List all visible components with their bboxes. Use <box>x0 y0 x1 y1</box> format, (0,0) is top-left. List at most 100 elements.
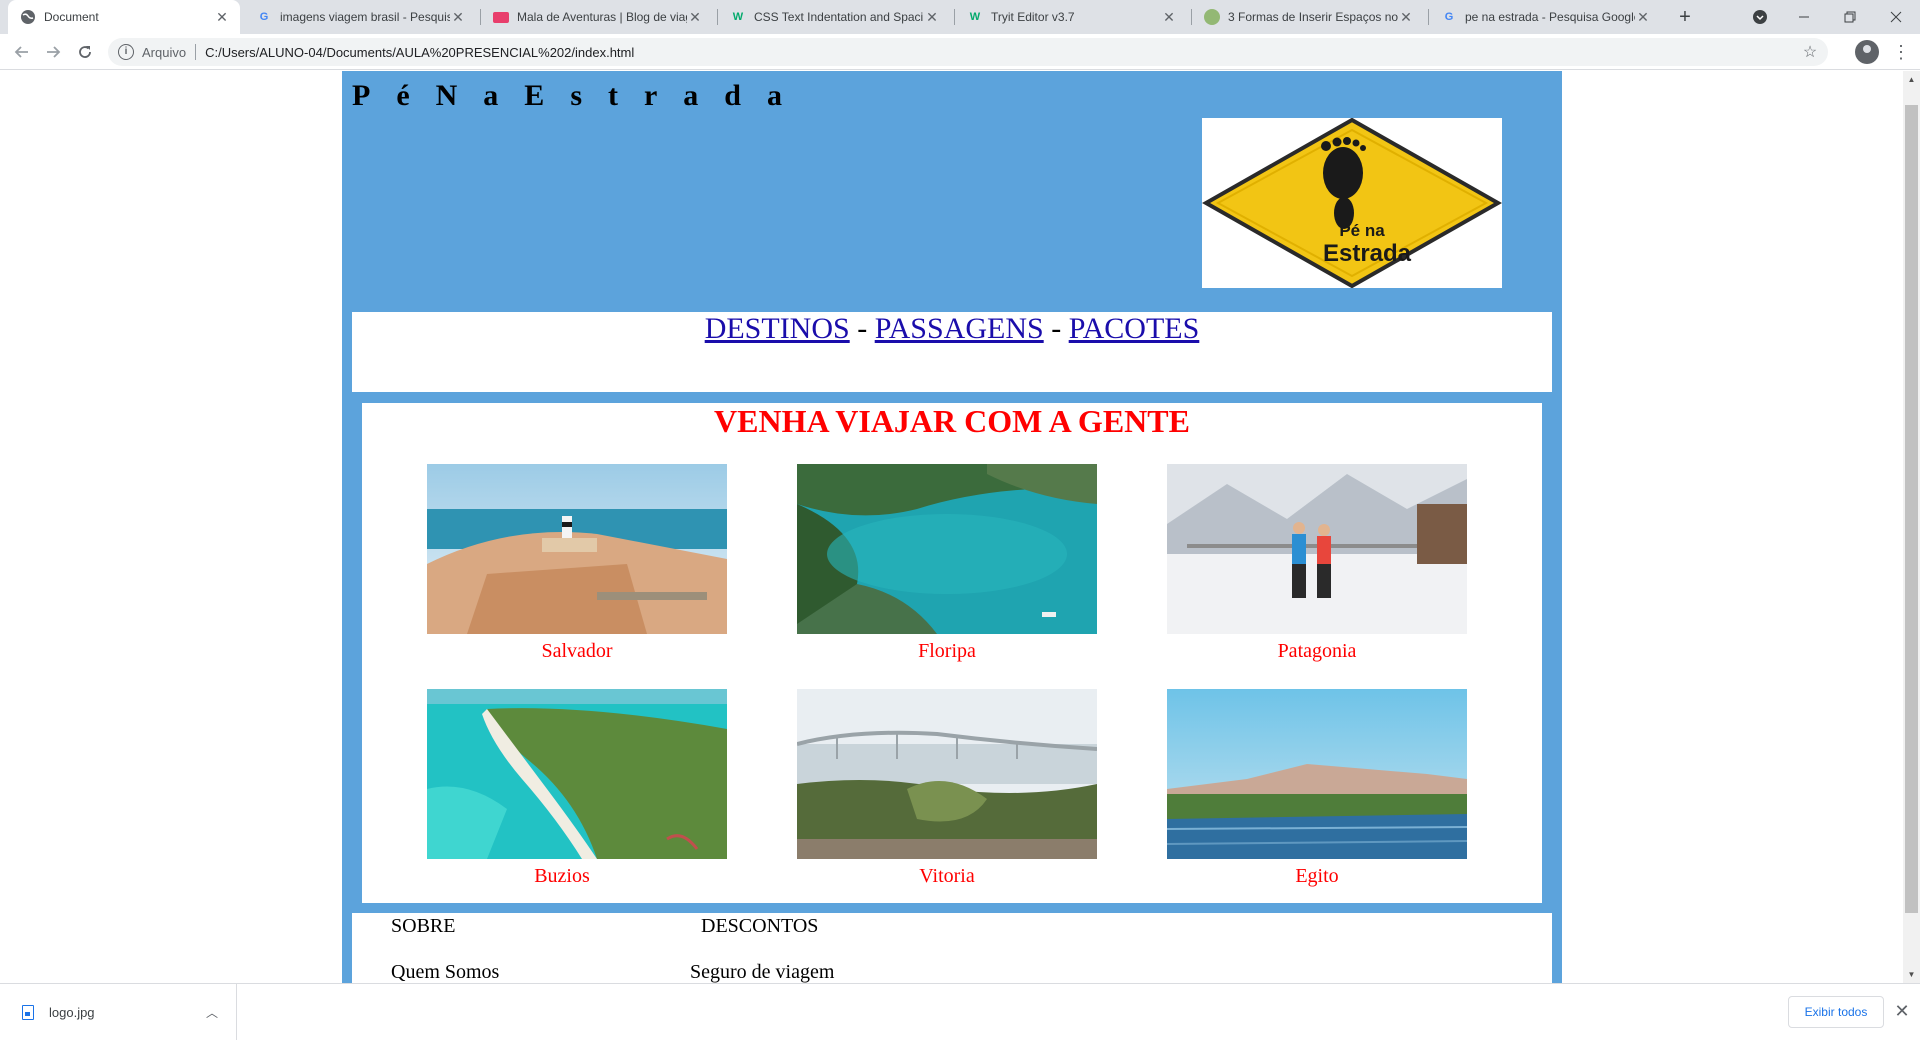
back-button[interactable] <box>11 41 33 63</box>
reload-icon <box>79 46 91 58</box>
destination-card-egito[interactable]: Egito <box>1167 689 1467 887</box>
more-menu-icon[interactable]: ⋮ <box>1892 40 1910 64</box>
show-all-downloads-button[interactable]: Exibir todos <box>1788 996 1884 1028</box>
site-logo: Pé na Estrada <box>1201 117 1503 289</box>
tab-search-button[interactable] <box>1738 0 1782 34</box>
footer-link-quem-somos[interactable]: Quem Somos <box>391 961 499 983</box>
page-scrollbar[interactable]: ▲ ▼ <box>1903 71 1920 983</box>
close-tab-icon[interactable]: ✕ <box>924 9 940 26</box>
destination-photo-salvador[interactable] <box>427 464 727 634</box>
google-icon: G <box>1444 11 1454 23</box>
profile-avatar-icon[interactable] <box>1855 40 1879 64</box>
close-tab-icon[interactable]: ✕ <box>1161 9 1177 26</box>
destination-caption: Salvador <box>541 640 613 662</box>
blog-icon <box>493 11 509 23</box>
tab-title: pe na estrada - Pesquisa Google <box>1465 10 1635 24</box>
page-viewport: PéNaEstrada Pé na Estrada DESTINOS - PAS… <box>0 71 1903 983</box>
site-container: PéNaEstrada Pé na Estrada DESTINOS - PAS… <box>342 71 1562 983</box>
chevron-down-icon <box>1753 10 1767 24</box>
reload-button[interactable] <box>74 41 96 63</box>
forward-button[interactable] <box>42 41 64 63</box>
footer-sobre-title: SOBRE <box>391 915 456 937</box>
tab-pe-na-estrada[interactable]: G pe na estrada - Pesquisa Google ✕ <box>1429 0 1661 34</box>
site-brand: PéNaEstrada <box>352 79 808 112</box>
minimize-icon <box>1799 16 1809 18</box>
destination-photo-buzios[interactable] <box>427 689 727 859</box>
address-bar[interactable]: i Arquivo C:/Users/ALUNO-04/Documents/AU… <box>108 38 1828 66</box>
download-bar: logo.jpg ︿ Exibir todos ✕ <box>0 983 1920 1040</box>
close-window-button[interactable] <box>1874 0 1918 34</box>
w3schools-icon: W <box>732 11 744 23</box>
tab-title: Tryit Editor v3.7 <box>991 10 1075 24</box>
destination-caption: Vitoria <box>919 865 975 887</box>
tab-title: imagens viagem brasil - Pesquisa Google <box>280 10 450 24</box>
chevron-up-icon[interactable]: ︿ <box>202 1004 222 1021</box>
nav-separator: - <box>1051 312 1062 345</box>
tab-strip: Document ✕ G imagens viagem brasil - Pes… <box>0 0 1920 34</box>
destination-photo-vitoria[interactable] <box>797 689 1097 859</box>
tab-title: Document <box>44 10 99 24</box>
nav-link-passagens[interactable]: PASSAGENS <box>875 312 1044 345</box>
bookmark-star-icon[interactable]: ☆ <box>1798 42 1822 62</box>
close-tab-icon[interactable]: ✕ <box>450 9 466 26</box>
destination-card-floripa[interactable]: Floripa <box>797 464 1097 662</box>
address-separator <box>195 44 197 60</box>
footer-descontos-title: DESCONTOS <box>701 915 819 937</box>
destination-caption: Floripa <box>918 640 976 662</box>
destination-photo-patagonia[interactable] <box>1167 464 1467 634</box>
nav-link-destinos[interactable]: DESTINOS <box>705 312 850 345</box>
browser-toolbar: i Arquivo C:/Users/ALUNO-04/Documents/AU… <box>0 34 1920 70</box>
site-footer: SOBRE Quem Somos DESCONTOS Seguro de via… <box>352 913 1552 983</box>
w3schools-icon: W <box>969 11 981 23</box>
close-download-bar-icon[interactable]: ✕ <box>1891 1000 1913 1022</box>
address-url[interactable]: C:/Users/ALUNO-04/Documents/AULA%20PRESE… <box>205 45 1798 60</box>
nav-link-pacotes[interactable]: PACOTES <box>1069 312 1200 345</box>
tab-css-text-indentation[interactable]: W CSS Text Indentation and Spacing ✕ <box>718 0 950 34</box>
destination-card-salvador[interactable]: Salvador <box>427 464 727 662</box>
scrollbar-thumb[interactable] <box>1905 105 1918 913</box>
wikihow-icon <box>1204 9 1220 25</box>
minimize-button[interactable] <box>1782 0 1826 34</box>
tab-mala-de-aventuras[interactable]: Mala de Aventuras | Blog de viagem ✕ <box>481 0 713 34</box>
destination-photo-egito[interactable] <box>1167 689 1467 859</box>
google-icon: G <box>259 11 269 23</box>
tab-imagens-viagem[interactable]: G imagens viagem brasil - Pesquisa Googl… <box>244 0 476 34</box>
download-item[interactable]: logo.jpg ︿ <box>0 984 237 1040</box>
arrow-left-icon <box>14 46 28 58</box>
close-tab-icon[interactable]: ✕ <box>1635 9 1651 26</box>
section-headline: VENHA VIAJAR COM A GENTE <box>714 403 1190 439</box>
info-icon[interactable]: i <box>118 44 134 60</box>
destination-caption: Egito <box>1295 865 1339 887</box>
image-file-icon <box>22 1004 34 1020</box>
tab-document[interactable]: Document ✕ <box>8 0 240 34</box>
restore-icon <box>1844 11 1856 23</box>
close-icon <box>1890 11 1902 23</box>
restore-button[interactable] <box>1828 0 1872 34</box>
close-tab-icon[interactable]: ✕ <box>214 9 230 26</box>
tab-tryit-editor[interactable]: W Tryit Editor v3.7 ✕ <box>955 0 1187 34</box>
nav-separator: - <box>857 312 868 345</box>
site-nav: DESTINOS - PASSAGENS - PACOTES <box>352 312 1552 392</box>
destination-card-patagonia[interactable]: Patagonia <box>1167 464 1467 662</box>
footer-link-seguro-de-viagem[interactable]: Seguro de viagem <box>690 961 834 983</box>
download-file-name: logo.jpg <box>49 1004 95 1020</box>
destination-photo-floripa[interactable] <box>797 464 1097 634</box>
close-tab-icon[interactable]: ✕ <box>1398 9 1414 26</box>
close-tab-icon[interactable]: ✕ <box>687 9 703 26</box>
scroll-down-icon[interactable]: ▼ <box>1903 966 1920 983</box>
globe-icon <box>20 9 36 25</box>
destination-card-vitoria[interactable]: Vitoria <box>797 689 1097 887</box>
arrow-right-icon <box>47 46 61 58</box>
scroll-up-icon[interactable]: ▲ <box>1903 71 1920 88</box>
tab-title: Mala de Aventuras | Blog de viagem <box>517 10 687 24</box>
destination-card-buzios[interactable]: Buzios <box>427 689 727 887</box>
address-scheme-label: Arquivo <box>142 44 187 60</box>
new-tab-button[interactable]: + <box>1673 5 1697 29</box>
logo-text-line1: Pé na <box>1339 221 1385 240</box>
destination-caption: Patagonia <box>1277 640 1357 662</box>
destinations-section: VENHA VIAJAR COM A GENTE Salvador Florip… <box>362 403 1542 903</box>
tab-3-formas[interactable]: 3 Formas de Inserir Espaços no HTML ✕ <box>1192 0 1424 34</box>
tab-title: 3 Formas de Inserir Espaços no HTML <box>1228 10 1398 24</box>
destination-caption: Buzios <box>534 865 590 887</box>
logo-text-line2: Estrada <box>1323 240 1412 267</box>
